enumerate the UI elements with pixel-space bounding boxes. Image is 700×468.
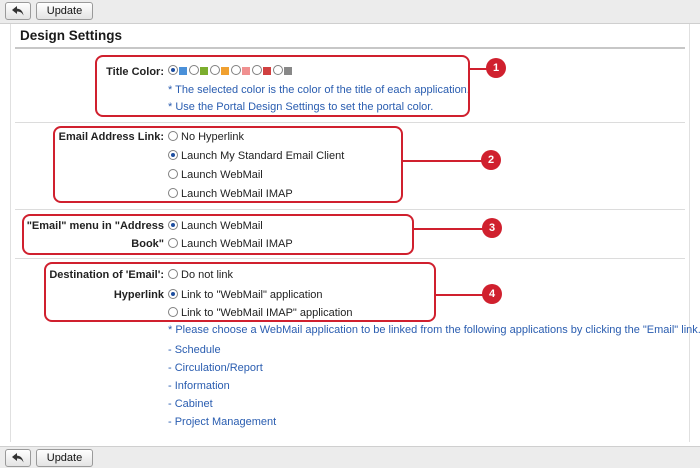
back-button[interactable] [5,2,31,20]
app-link-project-management[interactable]: - Project Management [168,416,276,428]
app-link-cabinet[interactable]: - Cabinet [168,398,213,410]
top-toolbar: Update [0,0,700,24]
section-divider [15,209,685,210]
callout-line-4 [436,294,484,296]
email-destination-note: * Please choose a WebMail application to… [168,324,700,336]
update-button[interactable]: Update [36,2,93,20]
bottom-toolbar: Update [0,446,700,468]
callout-box-1 [95,55,470,117]
callout-box-3 [22,214,414,255]
app-link-circulation-report[interactable]: - Circulation/Report [168,362,263,374]
app-link-information[interactable]: - Information [168,380,230,392]
callout-marker-2: 2 [481,150,501,170]
update-button[interactable]: Update [36,449,93,467]
callout-box-2 [53,126,403,203]
callout-box-4 [44,262,436,322]
callout-marker-4: 4 [482,284,502,304]
callout-marker-1: 1 [486,58,506,78]
title-divider [15,47,685,49]
app-link-schedule[interactable]: - Schedule [168,344,221,356]
section-divider [15,122,685,123]
callout-line-3 [414,228,484,230]
page-title: Design Settings [20,28,123,43]
back-button[interactable] [5,449,31,467]
section-divider [15,258,685,259]
callout-marker-3: 3 [482,218,502,238]
callout-line-2 [403,160,483,162]
back-arrow-icon [12,453,24,463]
back-arrow-icon [12,6,24,16]
